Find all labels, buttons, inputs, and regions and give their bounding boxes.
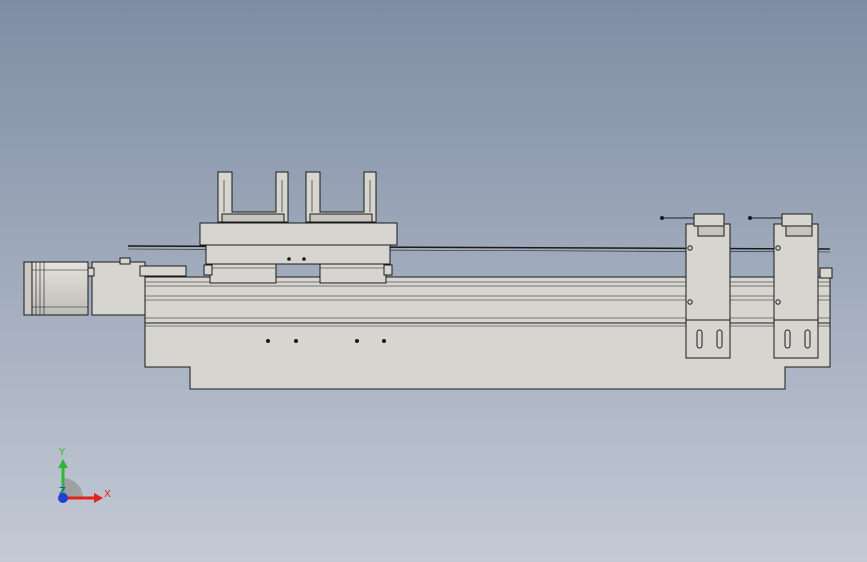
model-view[interactable]: X Y Z <box>0 0 867 562</box>
coordinate-triad: X Y Z <box>58 447 111 503</box>
end-cap <box>819 267 833 279</box>
z-axis-label: Z <box>59 486 66 497</box>
linear-module-assembly <box>23 171 833 390</box>
graphics-viewport[interactable]: X Y Z <box>0 0 867 562</box>
carriage-plate <box>205 243 391 265</box>
y-arrowhead-icon <box>58 459 68 468</box>
gripper-left <box>217 171 289 223</box>
coupler-housing <box>91 261 146 316</box>
servo-motor <box>23 261 89 316</box>
gripper-right <box>305 171 377 223</box>
gripper-base-plate <box>199 222 398 246</box>
x-arrowhead-icon <box>94 493 103 503</box>
x-axis-label: X <box>104 489 111 500</box>
y-axis-label: Y <box>58 447 66 458</box>
